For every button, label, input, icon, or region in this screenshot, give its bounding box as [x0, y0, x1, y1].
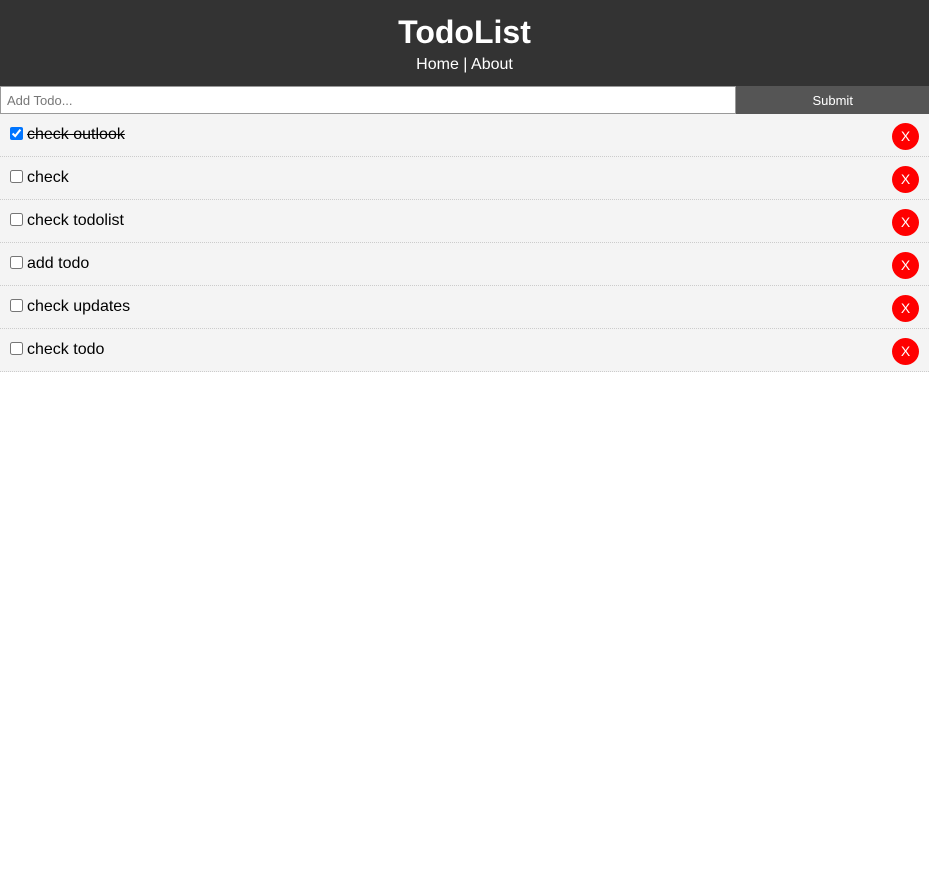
todo-title: add todo	[27, 255, 90, 272]
submit-button[interactable]: Submit	[736, 86, 929, 114]
delete-todo-button[interactable]: X	[892, 252, 919, 279]
delete-todo-button[interactable]: X	[892, 338, 919, 365]
todo-item: check todolist X	[0, 200, 929, 243]
todo-title: check	[27, 169, 69, 186]
todo-checkbox[interactable]	[10, 169, 23, 183]
todo-title: check outlook	[27, 126, 125, 143]
delete-todo-button[interactable]: X	[892, 209, 919, 236]
todo-checkbox[interactable]	[10, 341, 23, 355]
todo-item: check X	[0, 157, 929, 200]
nav-link-home[interactable]: Home	[416, 56, 459, 73]
todo-list: check outlook X check X check todolist X…	[0, 114, 929, 372]
app-title: TodoList	[398, 14, 531, 50]
todo-checkbox[interactable]	[10, 255, 23, 269]
todo-item: check todo X	[0, 329, 929, 372]
delete-todo-button[interactable]: X	[892, 123, 919, 150]
todo-checkbox[interactable]	[10, 212, 23, 226]
nav-separator: |	[463, 56, 468, 73]
delete-todo-button[interactable]: X	[892, 295, 919, 322]
delete-todo-button[interactable]: X	[892, 166, 919, 193]
todo-checkbox[interactable]	[10, 298, 23, 312]
add-todo-input[interactable]	[0, 86, 737, 114]
todo-item: check outlook X	[0, 114, 929, 157]
nav-link-about[interactable]: About	[471, 56, 513, 73]
todo-item: add todo X	[0, 243, 929, 286]
app-header: TodoList Home | About	[0, 0, 929, 86]
todo-title: check todo	[27, 341, 105, 358]
todo-item: check updates X	[0, 286, 929, 329]
add-todo-form: Submit	[0, 86, 929, 114]
todo-title: check updates	[27, 298, 131, 315]
todo-checkbox[interactable]	[10, 126, 23, 140]
nav-bar: Home | About	[0, 55, 929, 75]
todo-title: check todolist	[27, 212, 124, 229]
